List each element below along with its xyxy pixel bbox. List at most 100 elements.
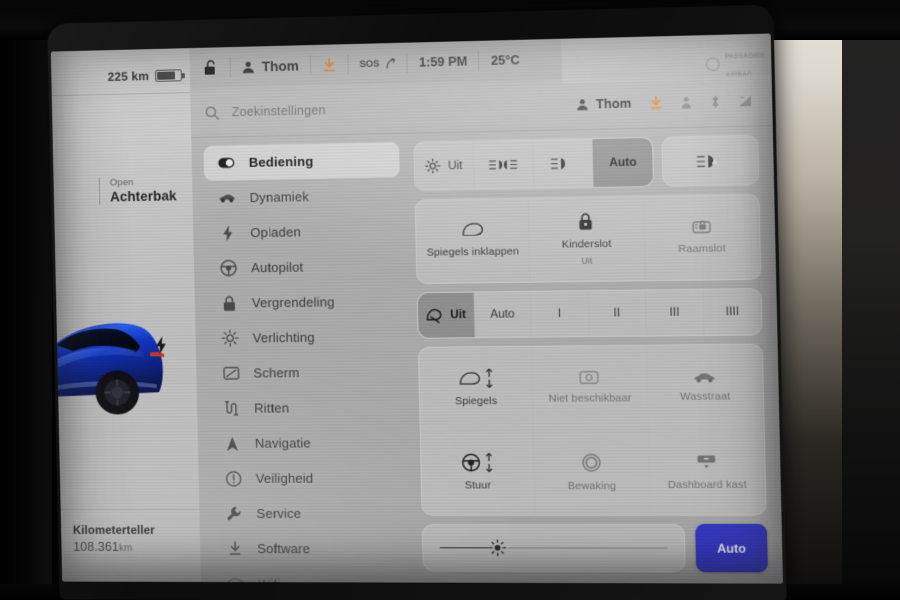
sidebar-item-scherm[interactable]: Scherm — [208, 354, 405, 391]
sidebar-item-navigatie[interactable]: Navigatie — [210, 425, 407, 461]
tile-stuur[interactable]: Stuur — [421, 431, 536, 515]
tile-kinderslot[interactable]: Kinderslot Uit — [529, 196, 645, 281]
wiper-option-4[interactable]: IIII — [703, 289, 761, 335]
parking-lights-icon — [489, 157, 518, 173]
search-bar[interactable]: Zoekinstellingen — [205, 97, 577, 120]
bluetooth-icon[interactable] — [710, 94, 721, 109]
odometer-value: 108.361 — [73, 540, 119, 554]
sidebar-item-label: Ritten — [254, 400, 289, 415]
car-wash-icon — [693, 370, 716, 384]
header-profile-button[interactable]: Thom — [576, 96, 632, 111]
brightness-slider-card — [422, 524, 686, 572]
lightning-bolt-icon — [219, 224, 236, 241]
sidebar-item-label: Scherm — [253, 365, 299, 380]
lights-option-auto[interactable]: Auto — [593, 138, 653, 187]
slider-filled-track — [440, 547, 490, 549]
sidebar-item-vergrendeling[interactable]: Vergrendeling — [206, 283, 402, 320]
lock-status-button[interactable] — [199, 47, 230, 88]
tile-wasstraat[interactable]: Wasstraat — [647, 345, 764, 430]
wiper-option-1[interactable]: I — [531, 291, 589, 336]
auto-high-beam-button[interactable]: A — [661, 135, 759, 187]
lights-option-parking[interactable] — [473, 140, 534, 189]
cellular-signal-icon[interactable] — [738, 95, 753, 108]
sidebar-item-dynamiek[interactable]: Dynamiek — [204, 177, 400, 216]
tile-label: Stuur — [465, 480, 492, 493]
sidebar-item-service[interactable]: Service — [211, 496, 408, 531]
lights-option-label: Uit — [448, 159, 463, 171]
tile-niet-beschikbaar: Niet beschikbaar — [532, 346, 649, 431]
airbag-disc-icon — [706, 57, 720, 71]
sidebar-item-verlichting[interactable]: Verlichting — [207, 319, 404, 356]
sidebar-item-ritten[interactable]: Ritten — [209, 390, 406, 426]
tile-label: Bewaking — [568, 480, 616, 493]
lights-option-lowbeam[interactable] — [533, 139, 594, 188]
quick-tiles-row-1: Spiegels inklappen Kinderslot Uit Raamsl… — [415, 193, 762, 284]
trunk-status[interactable]: Open Achterbak — [99, 176, 177, 204]
tile-bewaking[interactable]: Bewaking — [534, 431, 651, 515]
sidebar-item-wifi[interactable]: Wifi — [213, 566, 410, 584]
vehicle-render — [51, 300, 206, 429]
mirror-fold-icon — [460, 222, 485, 240]
sidebar-item-label: Autopilot — [251, 259, 304, 275]
brightness-slider-handle[interactable] — [489, 539, 507, 556]
unlocked-padlock-icon — [204, 59, 219, 75]
wiper-option-label: I — [558, 308, 562, 320]
wiper-icon — [426, 307, 444, 323]
steering-adjust-icon — [461, 453, 481, 472]
wiper-option-2[interactable]: II — [588, 291, 646, 337]
download-arrow-icon — [226, 540, 243, 557]
sidebar-item-software[interactable]: Software — [212, 531, 409, 566]
tile-label: Raamslot — [678, 243, 726, 257]
sidebar-item-autopilot[interactable]: Autopilot — [206, 248, 402, 286]
sidebar-item-veiligheid[interactable]: Veiligheid — [210, 460, 407, 496]
up-down-arrows-icon — [485, 369, 494, 388]
lights-option-uit[interactable]: Uit — [414, 141, 474, 190]
software-download-icon — [322, 57, 336, 72]
battery-icon — [155, 69, 182, 82]
tile-label: Dashboard kast — [668, 479, 747, 493]
tile-raamslot[interactable]: Raamslot — [643, 194, 760, 280]
search-icon — [205, 105, 220, 120]
mirror-adjust-icon — [458, 371, 481, 387]
search-input-placeholder[interactable]: Zoekinstellingen — [232, 103, 326, 119]
sidebar-item-opladen[interactable]: Opladen — [205, 213, 401, 251]
tile-dashboard-kast[interactable]: Dashboard kast — [649, 430, 766, 515]
brightness-auto-button[interactable]: Auto — [695, 524, 768, 572]
sidebar-item-label: Bediening — [249, 154, 314, 170]
window-lock-icon — [691, 218, 711, 236]
sentry-mode-icon — [581, 452, 602, 472]
odometer-label: Kilometerteller — [73, 525, 155, 537]
software-download-icon[interactable] — [649, 96, 663, 111]
brightness-slider[interactable] — [439, 539, 667, 558]
quick-tiles-grid: Spiegels Niet beschikbaar Wasstraat Stuu… — [418, 344, 767, 516]
tile-spiegels-inklappen[interactable]: Spiegels inklappen — [416, 198, 531, 283]
padlock-icon — [221, 294, 238, 311]
temperature-value: 25°C — [491, 53, 520, 68]
climate-temperature-button[interactable]: 25°C — [479, 40, 531, 82]
auto-high-beam-icon: A — [696, 152, 724, 169]
lights-off-icon — [425, 158, 441, 173]
current-time: 1:59 PM — [419, 54, 468, 69]
wiper-option-uit[interactable]: Uit — [418, 293, 475, 338]
driver-profile-icon[interactable] — [680, 96, 692, 110]
settings-sidebar: Bediening Dynamiek Opladen Autopilot Ver… — [191, 134, 421, 583]
exterior-lights-control: Uit Auto A — [413, 135, 759, 191]
trunk-target-label: Achterbak — [110, 188, 177, 204]
sidebar-item-bediening[interactable]: Bediening — [203, 142, 399, 181]
sos-label: SOS — [359, 58, 379, 70]
sidebar-item-label: Dynamiek — [249, 189, 309, 205]
sos-button[interactable]: SOS — [348, 43, 407, 85]
software-update-button[interactable] — [310, 44, 347, 85]
driver-profile-button[interactable]: Thom — [230, 45, 310, 87]
alert-circle-icon — [224, 470, 241, 487]
wiper-option-auto[interactable]: Auto — [474, 292, 532, 337]
clock[interactable]: 1:59 PM — [407, 41, 479, 83]
wiper-option-label: Auto — [490, 308, 515, 320]
range-indicator: 225 km — [107, 68, 182, 84]
charge-port-bolt-icon — [155, 336, 167, 354]
ambient-left-dark — [0, 0, 52, 600]
wiper-option-3[interactable]: III — [646, 290, 705, 336]
header-profile-name: Thom — [596, 96, 632, 111]
range-value: 225 km — [107, 69, 149, 84]
tile-spiegels[interactable]: Spiegels — [419, 347, 534, 431]
